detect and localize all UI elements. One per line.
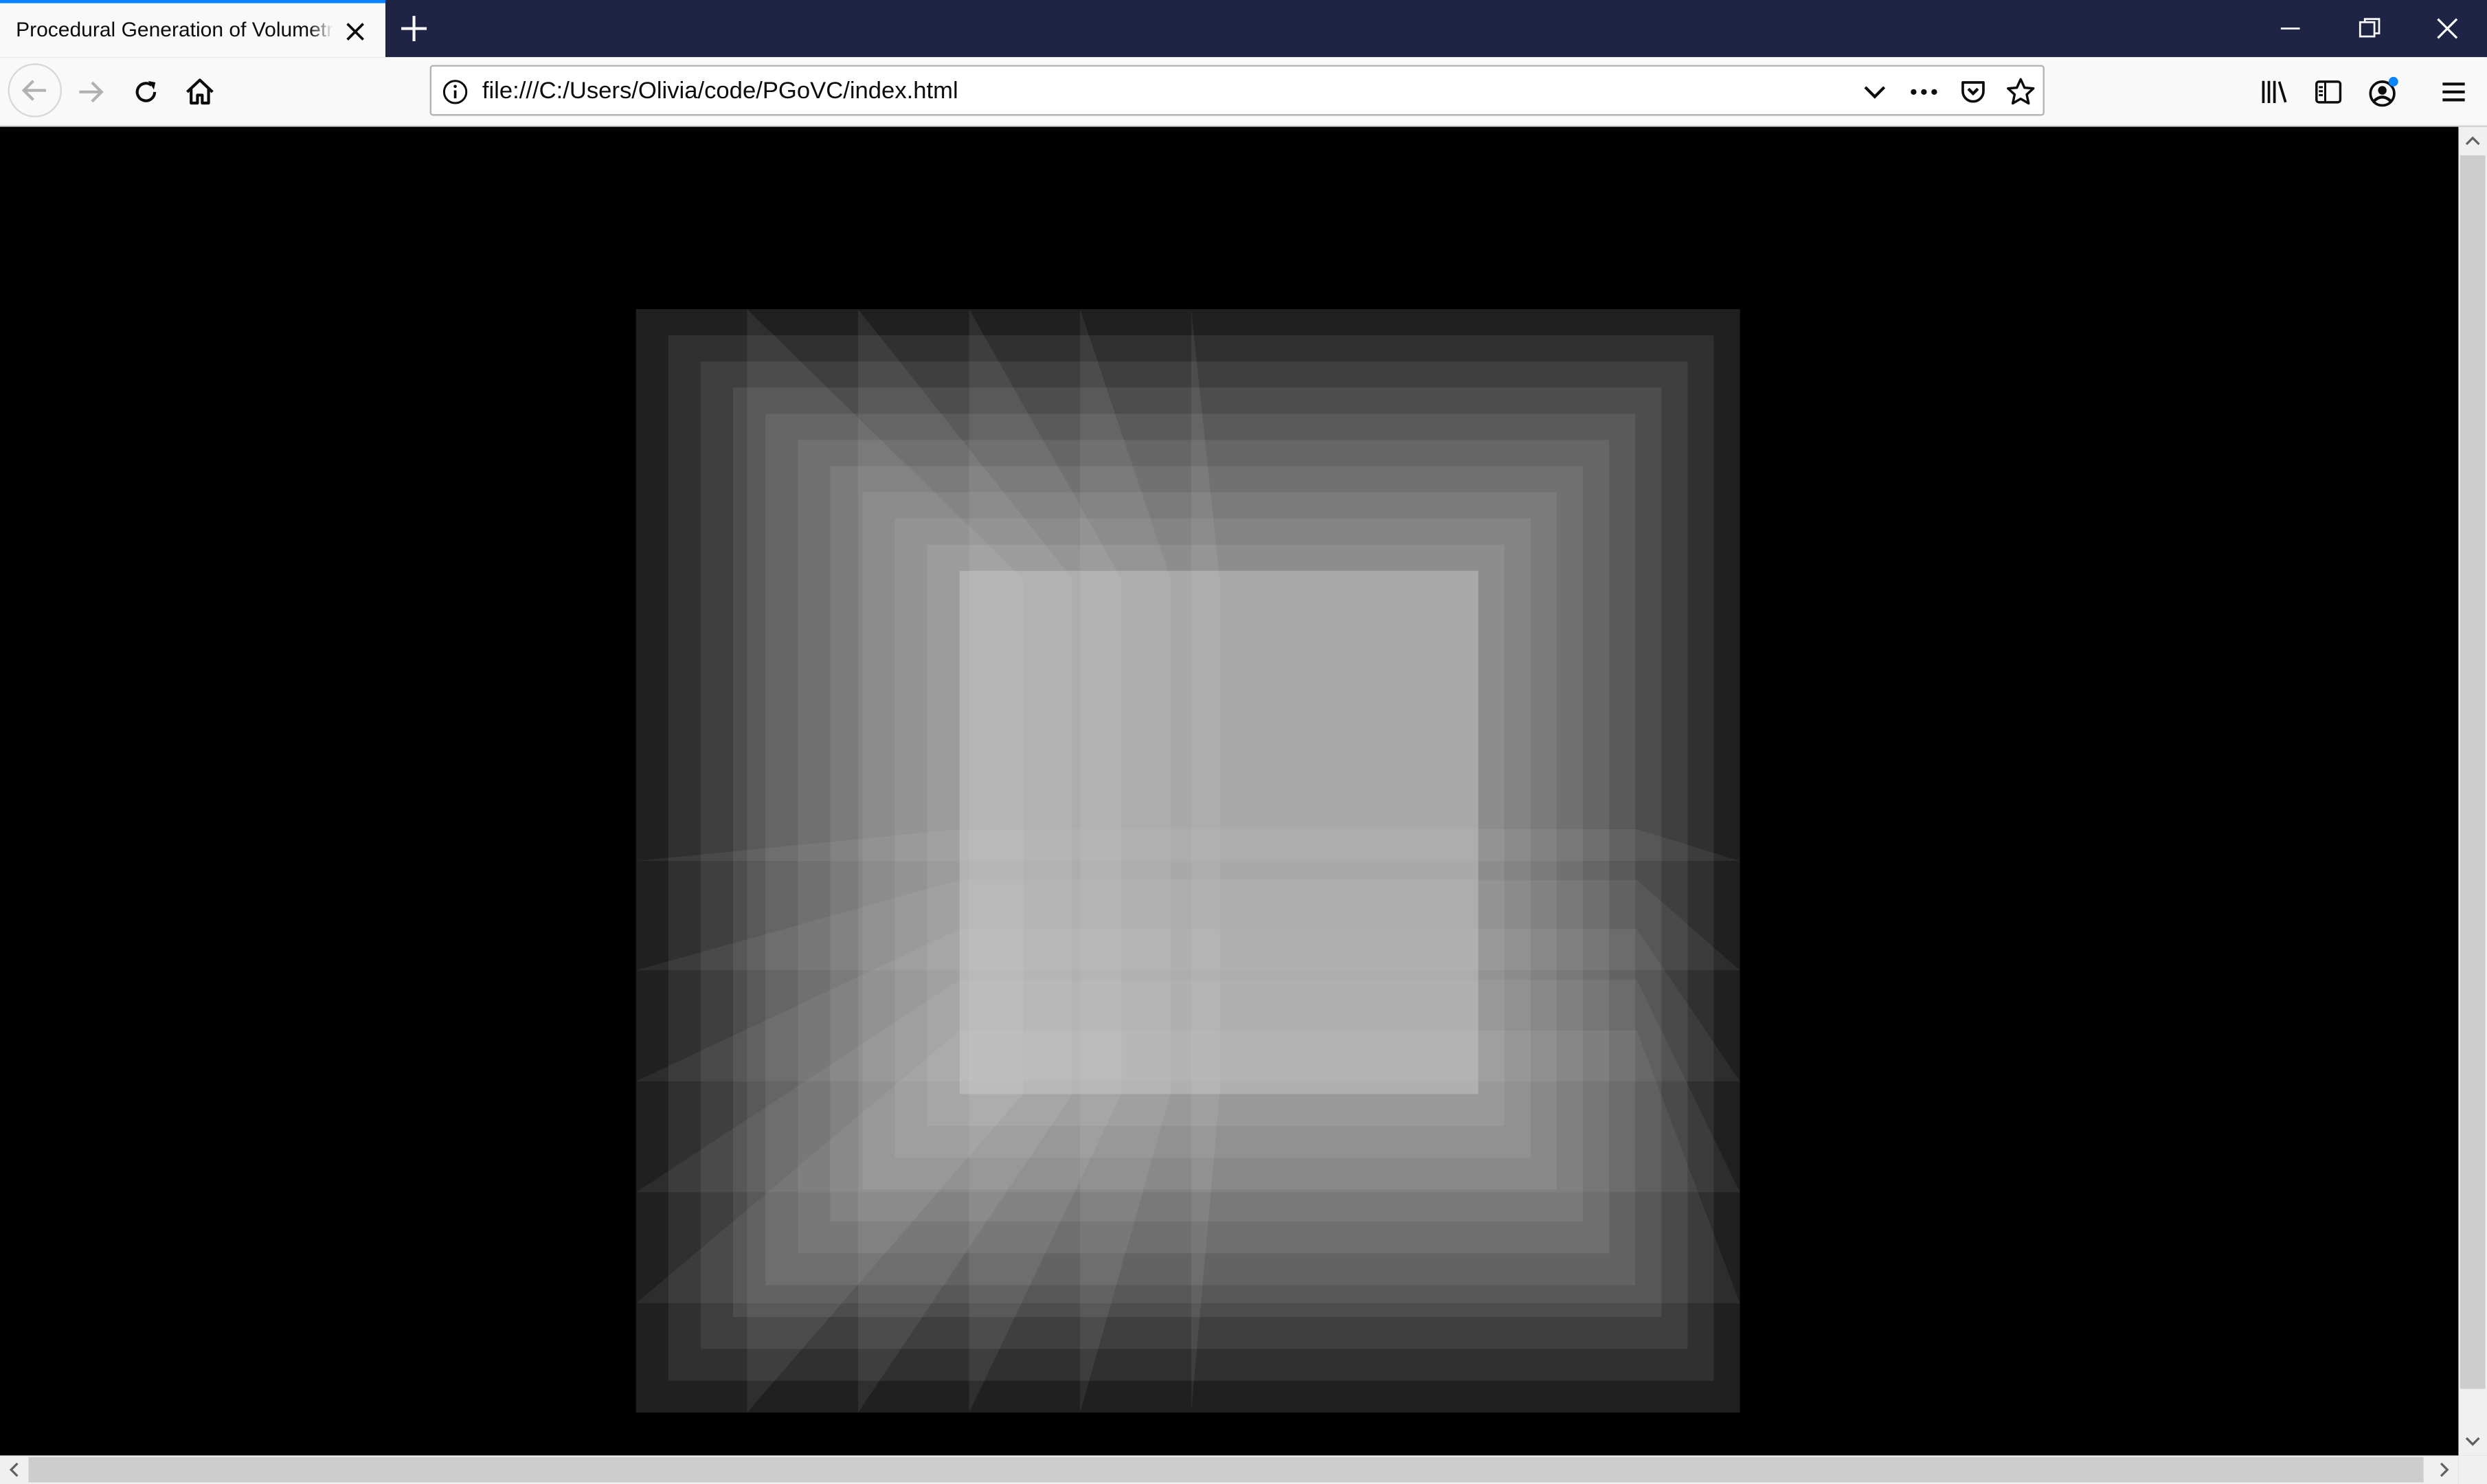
close-window-icon[interactable] (2431, 12, 2463, 44)
chevron-down-icon[interactable] (1859, 76, 1891, 108)
back-button[interactable] (8, 63, 63, 117)
horizontal-scroll-thumb[interactable] (28, 1457, 2424, 1483)
library-icon (2262, 80, 2287, 103)
scrollbar-corner (2458, 1455, 2487, 1484)
tab-strip: Procedural Generation of Volumetric Clou… (0, 0, 2487, 58)
library-button[interactable] (2249, 67, 2300, 117)
render-core (959, 570, 1478, 1094)
url-text[interactable]: file:///C:/Users/Olivia/code/PGoVC/index… (482, 78, 958, 104)
hamburger-icon (2442, 82, 2465, 102)
minimize-icon[interactable] (2275, 12, 2306, 44)
sidebar-button[interactable] (2303, 67, 2354, 117)
star-icon[interactable] (2005, 76, 2036, 108)
reload-button[interactable] (120, 67, 171, 117)
scroll-left-icon[interactable] (0, 1455, 29, 1484)
more-icon[interactable] (1908, 76, 1939, 108)
scroll-down-icon[interactable] (2458, 1427, 2487, 1456)
plus-icon[interactable] (396, 11, 431, 46)
account-button[interactable] (2359, 67, 2409, 117)
url-bar[interactable]: file:///C:/Users/Olivia/code/PGoVC/index… (429, 65, 2045, 116)
account-icon (2369, 76, 2398, 107)
scroll-up-icon[interactable] (2458, 127, 2487, 156)
restore-icon[interactable] (2354, 12, 2385, 44)
home-button[interactable] (175, 67, 225, 117)
back-arrow-icon (21, 80, 46, 101)
home-icon (186, 78, 214, 105)
forward-button[interactable] (65, 67, 116, 117)
info-icon[interactable] (440, 76, 471, 108)
pocket-icon[interactable] (1957, 76, 1989, 108)
page-content[interactable] (0, 126, 2459, 1456)
reload-icon (135, 80, 157, 102)
volumetric-render[interactable] (0, 127, 2458, 1456)
forward-arrow-icon (79, 81, 104, 103)
menu-button[interactable] (2429, 67, 2479, 117)
navigation-toolbar: file:///C:/Users/Olivia/code/PGoVC/index… (0, 57, 2487, 127)
browser-window: Procedural Generation of Volumetric Clou… (0, 0, 2487, 1484)
sidebar-icon (2315, 80, 2342, 104)
close-icon[interactable] (343, 19, 368, 45)
scroll-right-icon[interactable] (2430, 1455, 2459, 1484)
vertical-scroll-thumb[interactable] (2460, 155, 2486, 1389)
tab-title: Procedural Generation of Volumetric Clou… (16, 17, 333, 41)
tab-active[interactable]: Procedural Generation of Volumetric Clou… (0, 0, 386, 58)
